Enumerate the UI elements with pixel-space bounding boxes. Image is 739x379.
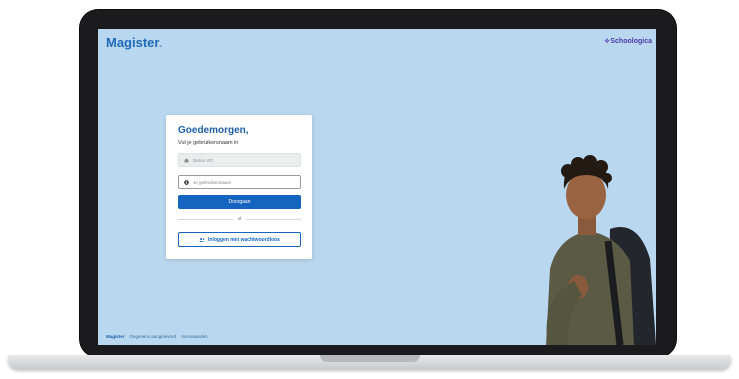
or-divider: of [178, 216, 301, 222]
magister-logo[interactable]: Magister. [106, 35, 162, 50]
footer-link-data[interactable]: Gegevens aangeleverd [130, 334, 177, 339]
greeting-heading: Goedemorgen, [178, 125, 249, 136]
passwordless-label: Inloggen met wachtwoordloos [208, 236, 280, 243]
school-value: Demo VO [193, 157, 213, 163]
school-field[interactable]: Demo VO [178, 153, 301, 167]
logo-text: Magister [106, 35, 159, 50]
partner-logo: ⟡Schoologica [605, 38, 652, 46]
users-icon [199, 237, 205, 242]
laptop-notch [320, 355, 420, 362]
footer-brand[interactable]: Magister [106, 334, 125, 339]
partner-mark-icon: ⟡ [604, 38, 610, 45]
footer: Magister Gegevens aangeleverd Voorwaarde… [106, 334, 208, 339]
continue-button[interactable]: Doorgaan [178, 195, 301, 209]
footer-link-terms[interactable]: Voorwaarden [181, 334, 208, 339]
logo-dot: . [158, 35, 163, 50]
school-icon [184, 158, 189, 162]
partner-name: Schoologica [610, 38, 652, 45]
login-card: Goedemorgen, Vul je gebruikersnaam in De… [166, 115, 312, 259]
user-icon [184, 179, 189, 185]
username-placeholder: Je gebruikersnaam [193, 179, 232, 185]
student-photo [546, 155, 656, 345]
passwordless-login-button[interactable]: Inloggen met wachtwoordloos [178, 232, 301, 247]
username-prompt: Vul je gebruikersnaam in [178, 140, 239, 146]
login-screen: Magister. ⟡Schoologica Goedemorgen, Vul … [98, 29, 656, 345]
divider-line-right [246, 219, 301, 220]
username-input[interactable]: Je gebruikersnaam [178, 175, 301, 189]
